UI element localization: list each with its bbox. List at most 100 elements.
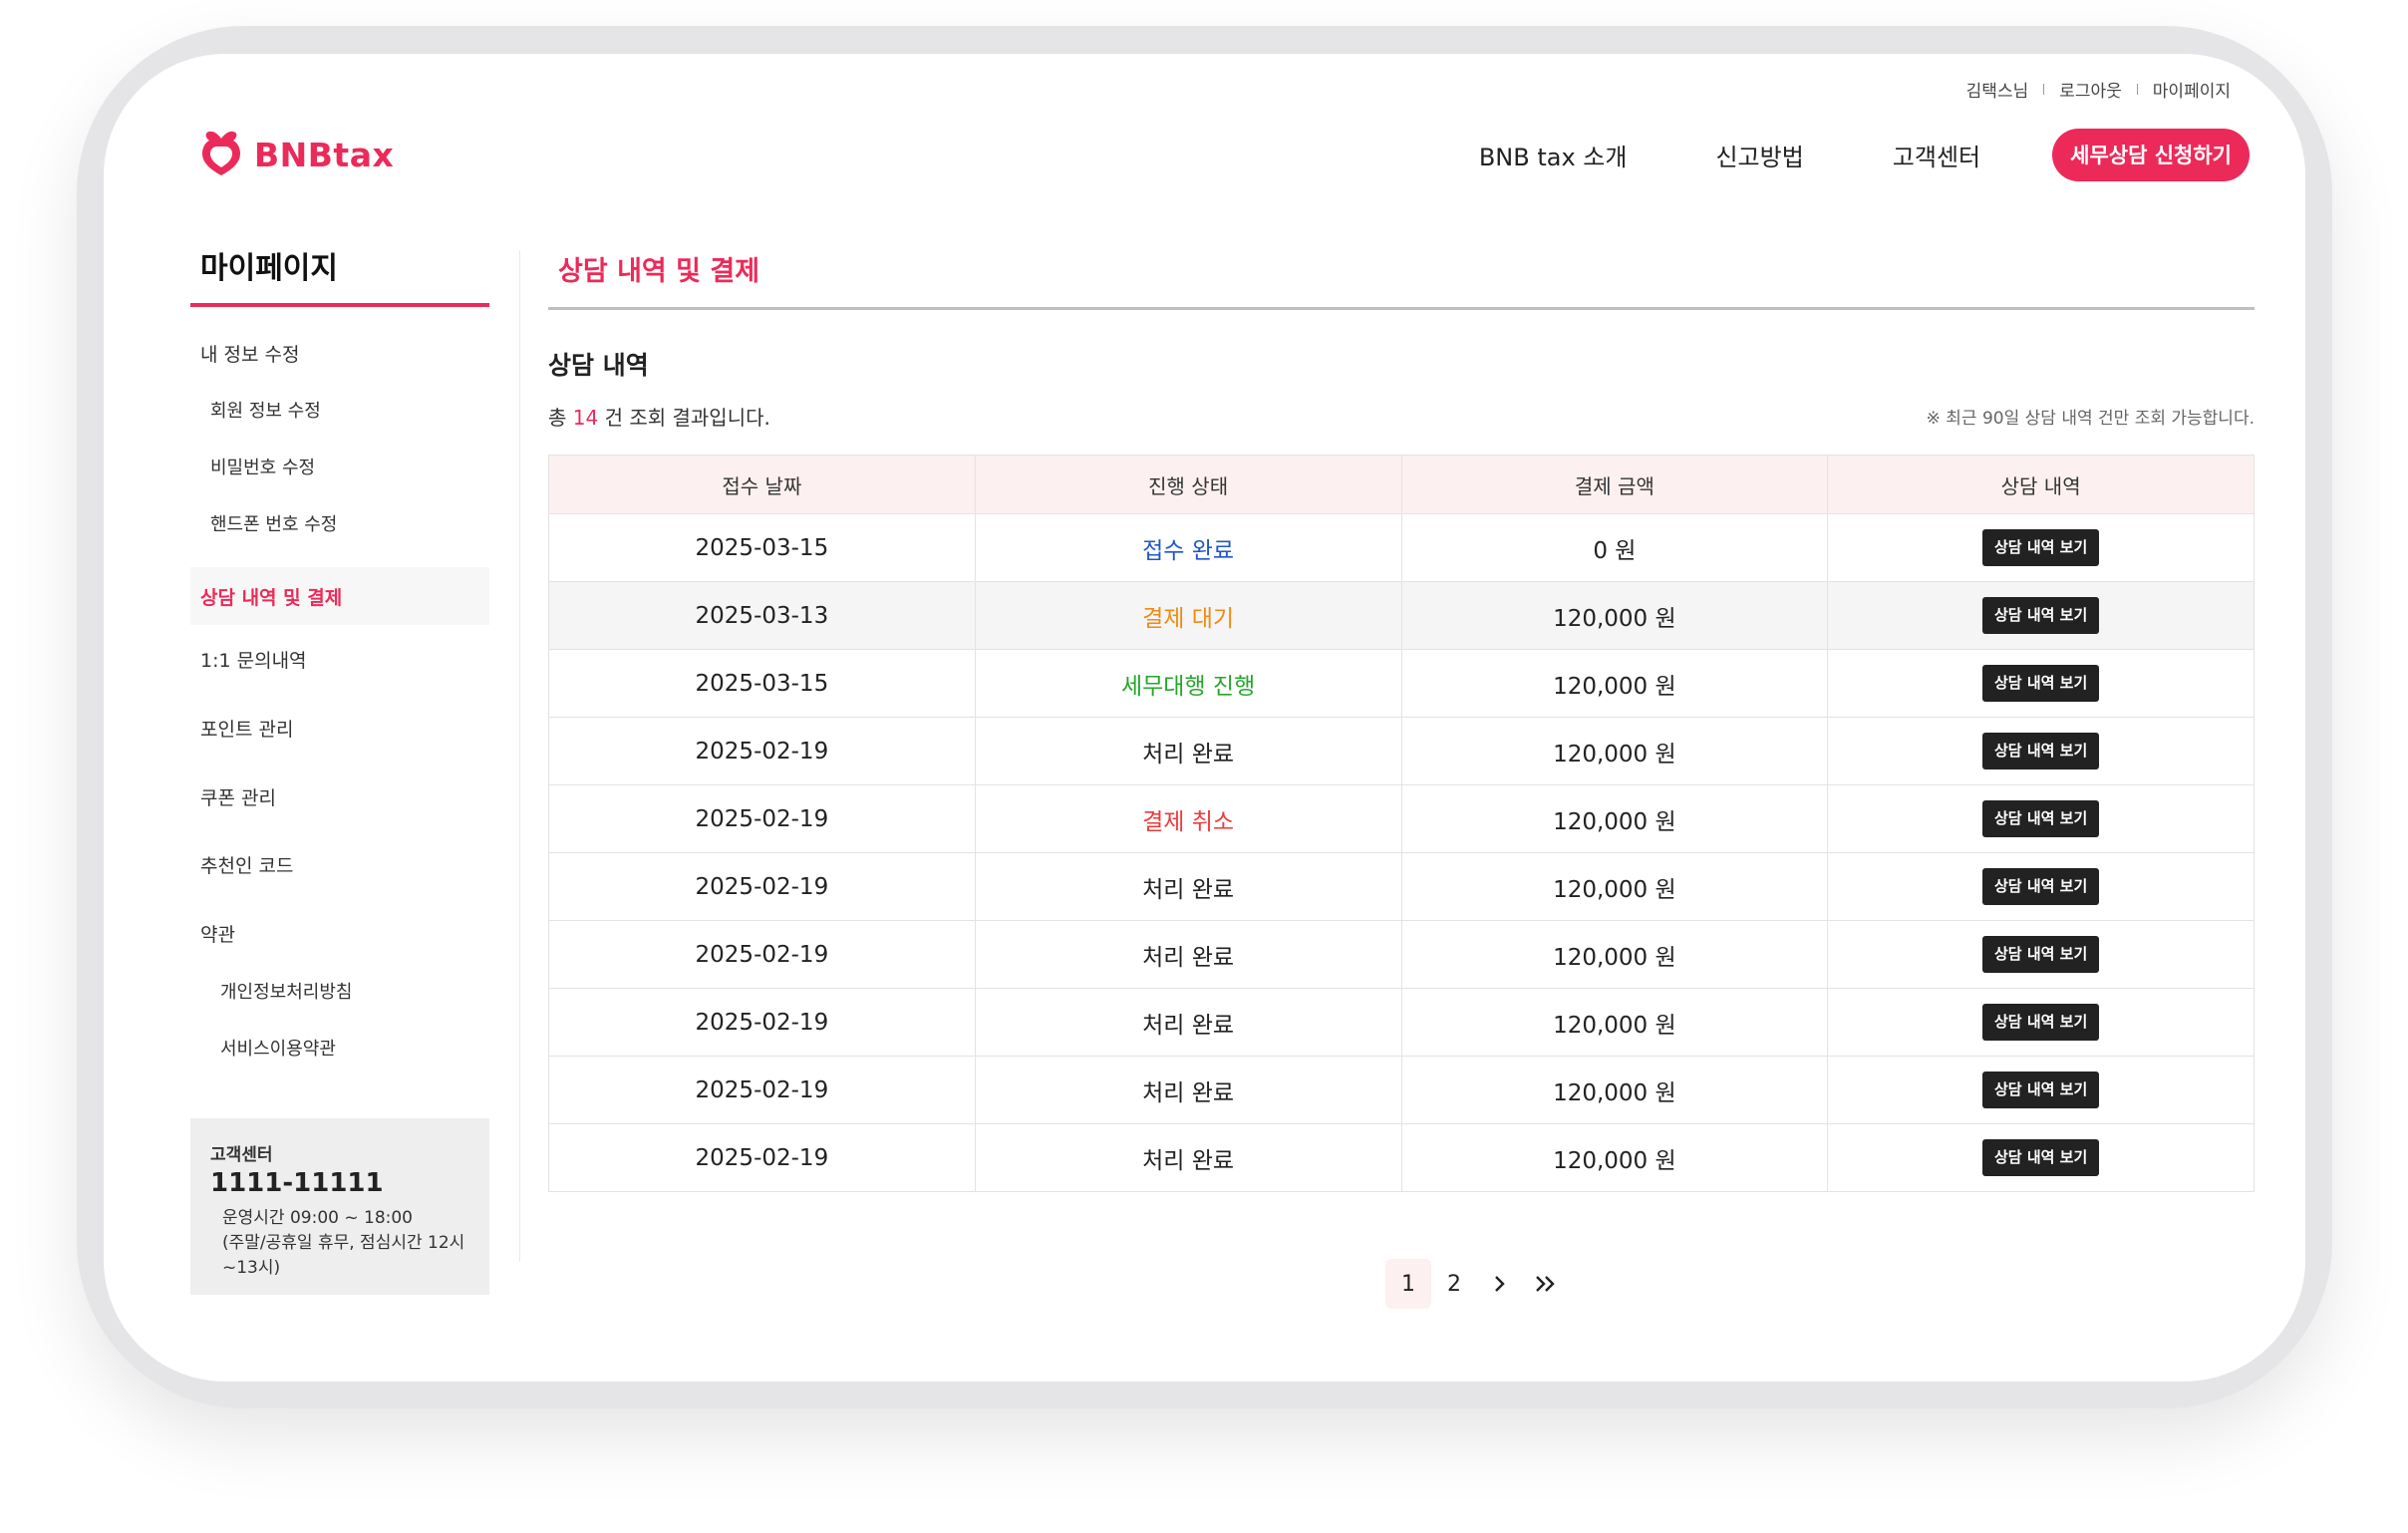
sidebar-item-phone[interactable]: 핸드폰 번호 수정 <box>190 510 337 536</box>
cell-detail: 상담 내역 보기 <box>1827 784 2255 853</box>
browser-screen: 김택스님 로그아웃 마이페이지 BNBtax BNB tax 소개 신고방법 고… <box>104 54 2305 1381</box>
cell-amount: 120,000 원 <box>1400 717 1829 785</box>
cell-amount: 120,000 원 <box>1400 784 1829 853</box>
double-chevron-right-icon[interactable] <box>1523 1259 1569 1309</box>
cell-detail: 상담 내역 보기 <box>1827 988 2255 1057</box>
view-detail-button[interactable]: 상담 내역 보기 <box>1982 1139 2100 1176</box>
result-count: 총 14 건 조회 결과입니다. <box>548 402 770 431</box>
logo[interactable]: BNBtax <box>196 129 394 180</box>
table-row: 2025-02-19 처리 완료 120,000 원 상담 내역 보기 <box>548 988 2255 1057</box>
col-status: 진행 상태 <box>974 455 1402 514</box>
table-row: 2025-03-15 세무대행 진행 120,000 원 상담 내역 보기 <box>548 649 2255 718</box>
support-hours-text: 운영시간 09:00 ~ 18:00 <box>222 1208 413 1228</box>
sidebar-item-password[interactable]: 비밀번호 수정 <box>190 454 315 479</box>
cell-status: 결제 대기 <box>974 581 1402 650</box>
sidebar-item-edit-info[interactable]: 내 정보 수정 <box>190 340 299 367</box>
sidebar-item-terms[interactable]: 약관 <box>190 920 235 947</box>
sidebar-item-service-terms[interactable]: 서비스이용약관 <box>190 1035 336 1061</box>
mypage-link[interactable]: 마이페이지 <box>2153 77 2231 102</box>
view-detail-button[interactable]: 상담 내역 보기 <box>1982 1004 2100 1041</box>
count-prefix: 총 <box>548 406 567 430</box>
table-row: 2025-02-19 처리 완료 120,000 원 상담 내역 보기 <box>548 1056 2255 1124</box>
sidebar-item-consultations[interactable]: 상담 내역 및 결제 <box>190 567 489 625</box>
cell-status: 처리 완료 <box>974 717 1402 785</box>
cell-detail: 상담 내역 보기 <box>1827 717 2255 785</box>
view-detail-button[interactable]: 상담 내역 보기 <box>1982 733 2100 769</box>
col-detail: 상담 내역 <box>1827 455 2255 514</box>
cell-detail: 상담 내역 보기 <box>1827 852 2255 921</box>
pagination: 1 2 <box>1385 1259 1569 1309</box>
sidebar-item-inquiries[interactable]: 1:1 문의내역 <box>190 646 307 673</box>
sidebar-item-points[interactable]: 포인트 관리 <box>190 715 293 742</box>
sidebar-title-underline <box>190 303 489 307</box>
sidebar-item-member-info[interactable]: 회원 정보 수정 <box>190 397 321 423</box>
support-phone: 1111-11111 <box>210 1168 384 1198</box>
sidebar-item-privacy[interactable]: 개인정보처리방침 <box>190 978 352 1004</box>
count-suffix: 건 조회 결과입니다. <box>604 406 770 430</box>
cell-amount: 120,000 원 <box>1400 988 1829 1057</box>
view-detail-button[interactable]: 상담 내역 보기 <box>1982 665 2100 702</box>
main-content: 상담 내역 및 결제 상담 내역 총 14 건 조회 결과입니다. ※ 최근 9… <box>548 243 2255 1192</box>
page-2[interactable]: 2 <box>1431 1259 1477 1309</box>
view-detail-button[interactable]: 상담 내역 보기 <box>1982 800 2100 837</box>
support-hours-note: (주말/공휴일 휴무, 점심시간 12시 ~13시) <box>222 1233 465 1278</box>
sidebar-title: 마이페이지 <box>200 251 338 286</box>
view-detail-button[interactable]: 상담 내역 보기 <box>1982 597 2100 634</box>
count-number: 14 <box>572 406 599 430</box>
sidebar-item-coupons[interactable]: 쿠폰 관리 <box>190 783 276 810</box>
table-body: 2025-03-15 접수 완료 0 원 상담 내역 보기 2025-03-13 결제 대… <box>548 513 2255 1192</box>
support-box: 고객센터 1111-11111 운영시간 09:00 ~ 18:00 (주말/공… <box>190 1118 489 1295</box>
logo-icon <box>202 131 240 175</box>
cell-date: 2025-02-19 <box>548 1056 976 1124</box>
cell-status: 결제 취소 <box>974 784 1402 853</box>
cell-status: 처리 완료 <box>974 1056 1402 1124</box>
cell-amount: 120,000 원 <box>1400 581 1829 650</box>
cell-status: 세무대행 진행 <box>974 649 1402 718</box>
cell-amount: 120,000 원 <box>1400 1123 1829 1192</box>
cell-status: 처리 완료 <box>974 920 1402 989</box>
result-count-row: 총 14 건 조회 결과입니다. ※ 최근 90일 상담 내역 건만 조회 가능… <box>548 402 2255 431</box>
col-amount: 결제 금액 <box>1400 455 1829 514</box>
nav-how-to-file[interactable]: 신고방법 <box>1715 138 1803 172</box>
cell-date: 2025-02-19 <box>548 920 976 989</box>
cell-date: 2025-03-15 <box>548 649 976 718</box>
sidebar: 마이페이지 내 정보 수정 회원 정보 수정 비밀번호 수정 핸드폰 번호 수정… <box>190 243 489 1295</box>
table-row: 2025-02-19 처리 완료 120,000 원 상담 내역 보기 <box>548 920 2255 989</box>
title-rule <box>548 307 2255 310</box>
consultation-table: 접수 날짜 진행 상태 결제 금액 상담 내역 2025-03-15 접수 완료 0… <box>548 455 2255 1192</box>
logout-link[interactable]: 로그아웃 <box>2059 77 2122 102</box>
table-row: 2025-03-13 결제 대기 120,000 원 상담 내역 보기 <box>548 581 2255 650</box>
chevron-right-icon[interactable] <box>1477 1259 1523 1309</box>
table-row: 2025-02-19 처리 완료 120,000 원 상담 내역 보기 <box>548 717 2255 785</box>
cell-date: 2025-02-19 <box>548 988 976 1057</box>
cell-status: 처리 완료 <box>974 852 1402 921</box>
cell-date: 2025-02-19 <box>548 852 976 921</box>
nav-support[interactable]: 고객센터 <box>1893 138 1980 172</box>
divider <box>2136 83 2138 95</box>
cell-amount: 0 원 <box>1400 513 1829 582</box>
table-row: 2025-03-15 접수 완료 0 원 상담 내역 보기 <box>548 513 2255 582</box>
nav-about[interactable]: BNB tax 소개 <box>1479 138 1628 172</box>
view-detail-button[interactable]: 상담 내역 보기 <box>1982 529 2100 566</box>
cell-amount: 120,000 원 <box>1400 920 1829 989</box>
page-1[interactable]: 1 <box>1385 1259 1431 1309</box>
cell-date: 2025-02-19 <box>548 1123 976 1192</box>
divider <box>2043 83 2045 95</box>
sidebar-item-referral[interactable]: 추천인 코드 <box>190 851 293 878</box>
support-label: 고객센터 <box>210 1145 273 1165</box>
cell-amount: 120,000 원 <box>1400 649 1829 718</box>
view-detail-button[interactable]: 상담 내역 보기 <box>1982 936 2100 973</box>
cell-date: 2025-03-15 <box>548 513 976 582</box>
cell-date: 2025-02-19 <box>548 784 976 853</box>
consult-apply-button[interactable]: 세무상담 신청하기 <box>2052 128 2250 181</box>
page-title: 상담 내역 및 결제 <box>558 255 760 287</box>
user-links: 김택스님 로그아웃 마이페이지 <box>1966 74 2231 104</box>
cell-detail: 상담 내역 보기 <box>1827 649 2255 718</box>
table-row: 2025-02-19 처리 완료 120,000 원 상담 내역 보기 <box>548 852 2255 921</box>
sidebar-divider <box>519 250 520 1262</box>
view-detail-button[interactable]: 상담 내역 보기 <box>1982 868 2100 905</box>
view-detail-button[interactable]: 상담 내역 보기 <box>1982 1072 2100 1108</box>
support-hours: 운영시간 09:00 ~ 18:00 (주말/공휴일 휴무, 점심시간 12시 … <box>210 1206 469 1281</box>
cell-detail: 상담 내역 보기 <box>1827 1056 2255 1124</box>
col-date: 접수 날짜 <box>548 455 976 514</box>
